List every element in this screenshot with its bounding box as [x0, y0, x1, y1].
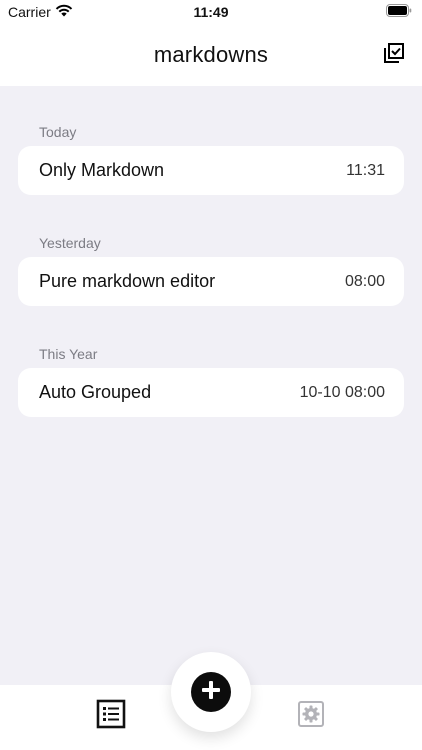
section-header: Today	[39, 124, 77, 140]
notes-list: Today Only Markdown 11:31 Yesterday Pure…	[18, 86, 404, 417]
battery-icon	[386, 4, 412, 20]
carrier-group: Carrier	[8, 4, 73, 20]
note-title: Pure markdown editor	[39, 271, 216, 291]
add-note-circle	[191, 672, 231, 712]
list-item[interactable]: Auto Grouped 10-10 08:00	[18, 368, 404, 417]
navigation-bar: markdowns	[0, 24, 422, 86]
section-this-year: This Year Auto Grouped 10-10 08:00	[18, 340, 404, 417]
status-bar: Carrier 11:49	[0, 0, 422, 24]
select-notes-button[interactable]	[380, 41, 408, 69]
checklist-select-icon	[382, 41, 406, 70]
section-header: This Year	[39, 346, 98, 362]
list-item[interactable]: Pure markdown editor 08:00	[18, 257, 404, 306]
list-item[interactable]: Only Markdown 11:31	[18, 146, 404, 195]
tab-settings[interactable]	[295, 700, 327, 732]
tab-notes[interactable]	[95, 699, 127, 734]
section-yesterday: Yesterday Pure markdown editor 08:00	[18, 229, 404, 306]
note-time: 10-10 08:00	[299, 383, 385, 401]
add-note-button[interactable]	[179, 660, 243, 724]
gear-icon	[297, 700, 325, 733]
note-title: Auto Grouped	[39, 382, 152, 402]
note-title: Only Markdown	[39, 160, 165, 180]
wifi-icon	[55, 4, 73, 20]
plus-icon	[200, 679, 222, 706]
list-icon	[96, 699, 126, 734]
page-title: markdowns	[153, 42, 269, 67]
section-today: Today Only Markdown 11:31	[18, 118, 404, 195]
note-time: 08:00	[344, 272, 385, 290]
note-time: 11:31	[346, 161, 385, 179]
section-header: Yesterday	[39, 235, 101, 251]
carrier-label: Carrier	[8, 4, 51, 20]
